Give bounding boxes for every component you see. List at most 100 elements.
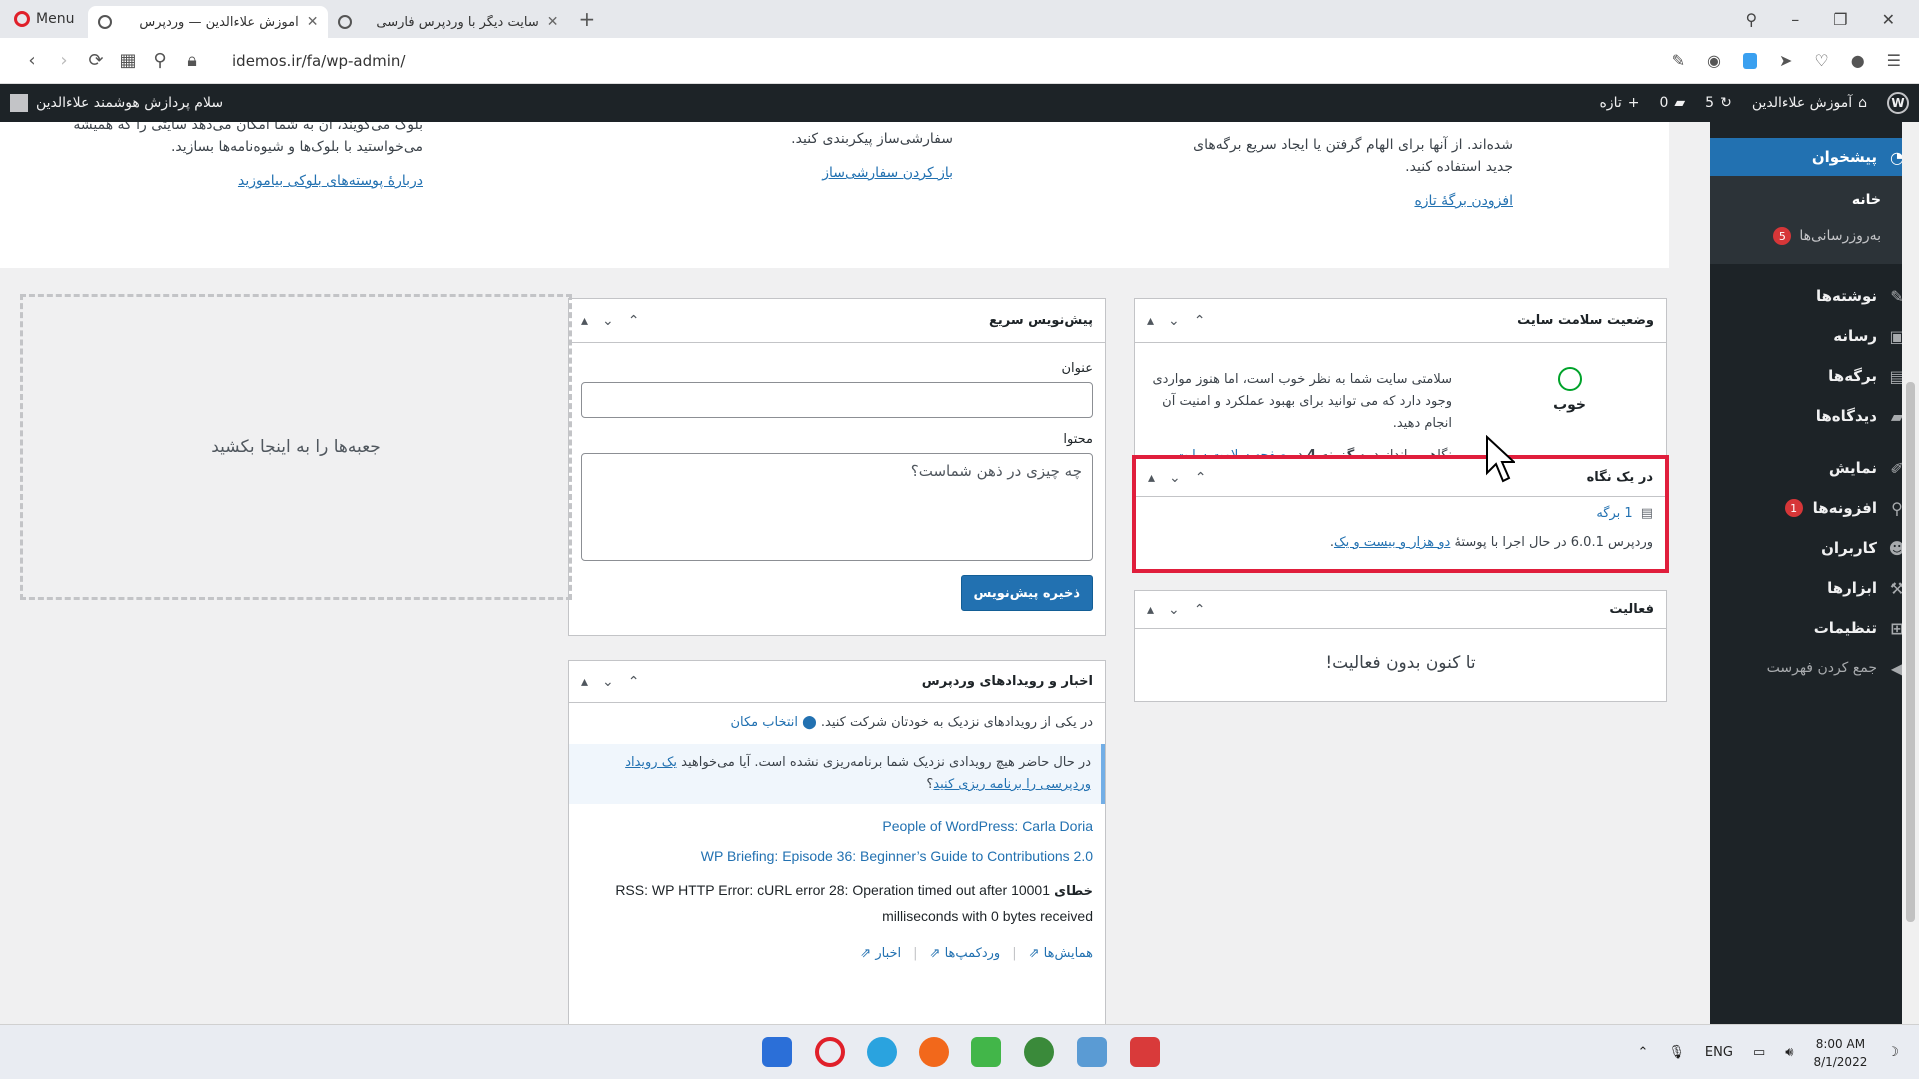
sidebar-item-pages[interactable]: ▤ برگه‌ها xyxy=(1710,356,1919,396)
close-icon[interactable]: ✕ xyxy=(307,14,319,30)
notifications-icon[interactable]: ☽ xyxy=(1887,1045,1899,1060)
telegram-icon[interactable] xyxy=(867,1037,897,1067)
events-notice: در حال حاضر هیچ رویدادی نزدیک شما برنامه… xyxy=(569,744,1105,804)
welcome-text: سفارشی‌ساز پیکربندی کنید. xyxy=(791,131,953,147)
sidebar-item-posts[interactable]: ✎ نوشته‌ها xyxy=(1710,276,1919,316)
new-content-menu[interactable]: + تازه xyxy=(1589,84,1649,122)
heart-icon[interactable]: ♡ xyxy=(1814,51,1828,70)
forward-button[interactable]: › xyxy=(48,50,80,71)
collapse-menu-button[interactable]: ◀ جمع کردن فهرست xyxy=(1710,648,1919,688)
back-button[interactable]: ‹ xyxy=(16,50,48,71)
window-close-button[interactable]: ✕ xyxy=(1882,10,1895,29)
comments-menu[interactable]: ▰ 0 xyxy=(1649,84,1695,122)
draft-title-input[interactable] xyxy=(581,382,1093,418)
draft-content-textarea[interactable]: چه چیزی در ذهن شماست؟ xyxy=(581,453,1093,561)
sidebar-subitem-home[interactable]: خانه xyxy=(1710,182,1919,218)
chevron-up-icon[interactable]: ⌃ xyxy=(628,674,640,690)
page-scrollbar[interactable] xyxy=(1902,122,1919,1024)
events-intro-text: در یکی از رویدادهای نزدیک به خودتان شرکت… xyxy=(820,715,1093,730)
chevron-down-icon[interactable]: ⌄ xyxy=(1168,313,1180,329)
restore-button[interactable]: ❐ xyxy=(1833,10,1847,29)
chevron-down-icon[interactable]: ⌄ xyxy=(1168,602,1180,618)
display-icon[interactable]: ▭ xyxy=(1753,1045,1765,1060)
send-icon[interactable]: ➤ xyxy=(1779,51,1792,70)
clock[interactable]: 8:00 AM 8/1/2022 xyxy=(1813,1035,1867,1071)
microphone-icon[interactable]: 🎙︎ xyxy=(1668,1045,1685,1060)
browser-tab-active[interactable]: ✕ آموزش علاءالدین — وردپرس xyxy=(88,6,329,38)
chevron-down-icon[interactable]: ⌄ xyxy=(602,674,614,690)
add-new-page-link[interactable]: افزودن برگهٔ تازه xyxy=(1183,190,1513,212)
news-link[interactable]: People of WordPress: Carla Doria xyxy=(581,818,1093,834)
firefox-icon[interactable] xyxy=(919,1037,949,1067)
sidebar-item-comments[interactable]: ▰ دیدگاه‌ها xyxy=(1710,396,1919,436)
control-panel-icon[interactable] xyxy=(1077,1037,1107,1067)
windows-start-icon[interactable] xyxy=(762,1037,792,1067)
close-icon[interactable]: ✕ xyxy=(547,14,559,30)
url-field[interactable]: idemos.ir/fa/wp-admin/ xyxy=(232,52,405,70)
edit-icon[interactable]: ✎ xyxy=(1672,51,1685,70)
chevron-up-icon[interactable]: ⌃ xyxy=(1195,470,1207,486)
chevron-up-icon[interactable]: ⌃ xyxy=(1638,1045,1649,1060)
widget-header: پیش‌نویس سریع ▴ ⌄ ⌃ xyxy=(569,299,1105,343)
move-down-icon[interactable]: ▴ xyxy=(1148,470,1155,486)
move-down-icon[interactable]: ▴ xyxy=(1147,602,1154,618)
sidebar-item-tools[interactable]: ⚒ ابزارها xyxy=(1710,568,1919,608)
at-a-glance-widget: در یک نگاه ▴ ⌄ ⌃ ▤ 1 برگه وردپرس 6.0.1 د… xyxy=(1132,455,1669,573)
wp-logo-menu[interactable]: W xyxy=(1877,84,1919,122)
sidebar-subitem-updates[interactable]: به‌روزرسانی‌ها 5 xyxy=(1710,218,1919,254)
new-tab-button[interactable]: + xyxy=(568,7,605,31)
chevron-up-icon[interactable]: ⌃ xyxy=(1194,602,1206,618)
opera-taskbar-icon[interactable] xyxy=(815,1037,845,1067)
news-link[interactable]: WP Briefing: Episode 36: Beginner’s Guid… xyxy=(581,848,1093,864)
pages-count-link[interactable]: ▤ 1 برگه xyxy=(1596,506,1653,521)
camera-icon[interactable]: ◉ xyxy=(1707,51,1721,70)
chevron-down-icon[interactable]: ⌄ xyxy=(602,313,614,329)
vpn-icon[interactable] xyxy=(1742,52,1757,69)
language-indicator[interactable]: ENG xyxy=(1705,1045,1733,1060)
wp-version-line: وردپرس 6.0.1 در حال اجرا با پوستهٔ دو هز… xyxy=(1148,535,1653,550)
reload-button[interactable]: ⟳ xyxy=(80,50,112,71)
my-account-menu[interactable]: سلام پردازش هوشمند علاءالدین xyxy=(0,94,223,112)
plus-icon: + xyxy=(1627,95,1640,111)
chevron-up-icon[interactable]: ⌃ xyxy=(628,313,640,329)
theme-link[interactable]: دو هزار و بیست و یک xyxy=(1334,535,1450,550)
sidebar-item-users[interactable]: ☻ کاربران xyxy=(1710,528,1919,568)
empty-dropzone[interactable]: جعبه‌ها را به اینجا بکشید xyxy=(20,294,572,600)
select-location-link[interactable]: انتخاب مکان xyxy=(730,715,798,730)
open-customizer-link[interactable]: باز کردن سفارشی‌ساز xyxy=(673,162,953,184)
move-down-icon[interactable]: ▴ xyxy=(1147,313,1154,329)
chevron-up-icon[interactable]: ⌃ xyxy=(1194,313,1206,329)
meetups-link[interactable]: همایش‌ها ⇗ xyxy=(1029,946,1093,961)
news-footer: همایش‌ها ⇗ | وردکمپ‌ها ⇗ | اخبار ⇗ xyxy=(860,946,1093,961)
site-name-menu[interactable]: ⌂ آموزش علاءالدین xyxy=(1742,84,1877,122)
speed-dial-icon[interactable]: ▦ xyxy=(112,50,144,71)
sidebar-item-dashboard[interactable]: ◔ پیشخوان xyxy=(1710,138,1919,176)
easy-setup-icon[interactable]: ☰ xyxy=(1887,51,1901,70)
move-down-icon[interactable]: ▴ xyxy=(581,313,588,329)
camtasia-icon[interactable] xyxy=(971,1037,1001,1067)
opera-logo-icon xyxy=(14,11,30,27)
save-draft-button[interactable]: ذخیره پیش‌نویس xyxy=(960,575,1093,611)
lock-icon[interactable]: 🔒︎ xyxy=(176,50,208,71)
search-tabs-icon[interactable]: ⚲ xyxy=(1746,10,1758,29)
scrollbar-thumb[interactable] xyxy=(1906,382,1915,922)
minimize-button[interactable]: – xyxy=(1791,10,1799,29)
profile-icon[interactable]: ● xyxy=(1851,51,1865,70)
block-themes-link[interactable]: دربارهٔ پوسته‌های بلوکی بیاموزید xyxy=(23,170,423,192)
sidebar-item-media[interactable]: ▣ رسانه xyxy=(1710,316,1919,356)
network-app-icon[interactable] xyxy=(1024,1037,1054,1067)
move-down-icon[interactable]: ▴ xyxy=(581,674,588,690)
sidebar-item-appearance[interactable]: ✐ نمایش xyxy=(1710,448,1919,488)
sidebar-item-plugins[interactable]: ⚲ افزونه‌ها 1 xyxy=(1710,488,1919,528)
chevron-down-icon[interactable]: ⌄ xyxy=(1169,470,1181,486)
updates-menu[interactable]: ↻ 5 xyxy=(1695,84,1742,122)
mouse-cursor-icon xyxy=(1486,435,1515,483)
browser-tab[interactable]: ✕ سایت دیگر با وردپرس فارسی xyxy=(328,6,568,38)
news-footer-link[interactable]: اخبار ⇗ xyxy=(860,946,901,961)
wordcamps-link[interactable]: وردکمپ‌ها ⇗ xyxy=(930,946,1001,961)
sidebar-item-settings[interactable]: ⊞ تنظیمات xyxy=(1710,608,1919,648)
widget-title: وضعیت سلامت سایت xyxy=(1517,313,1654,328)
opera-menu-button[interactable]: Menu xyxy=(0,0,88,38)
recorder-icon[interactable] xyxy=(1130,1037,1160,1067)
volume-icon[interactable]: 🔊︎ xyxy=(1785,1045,1793,1060)
